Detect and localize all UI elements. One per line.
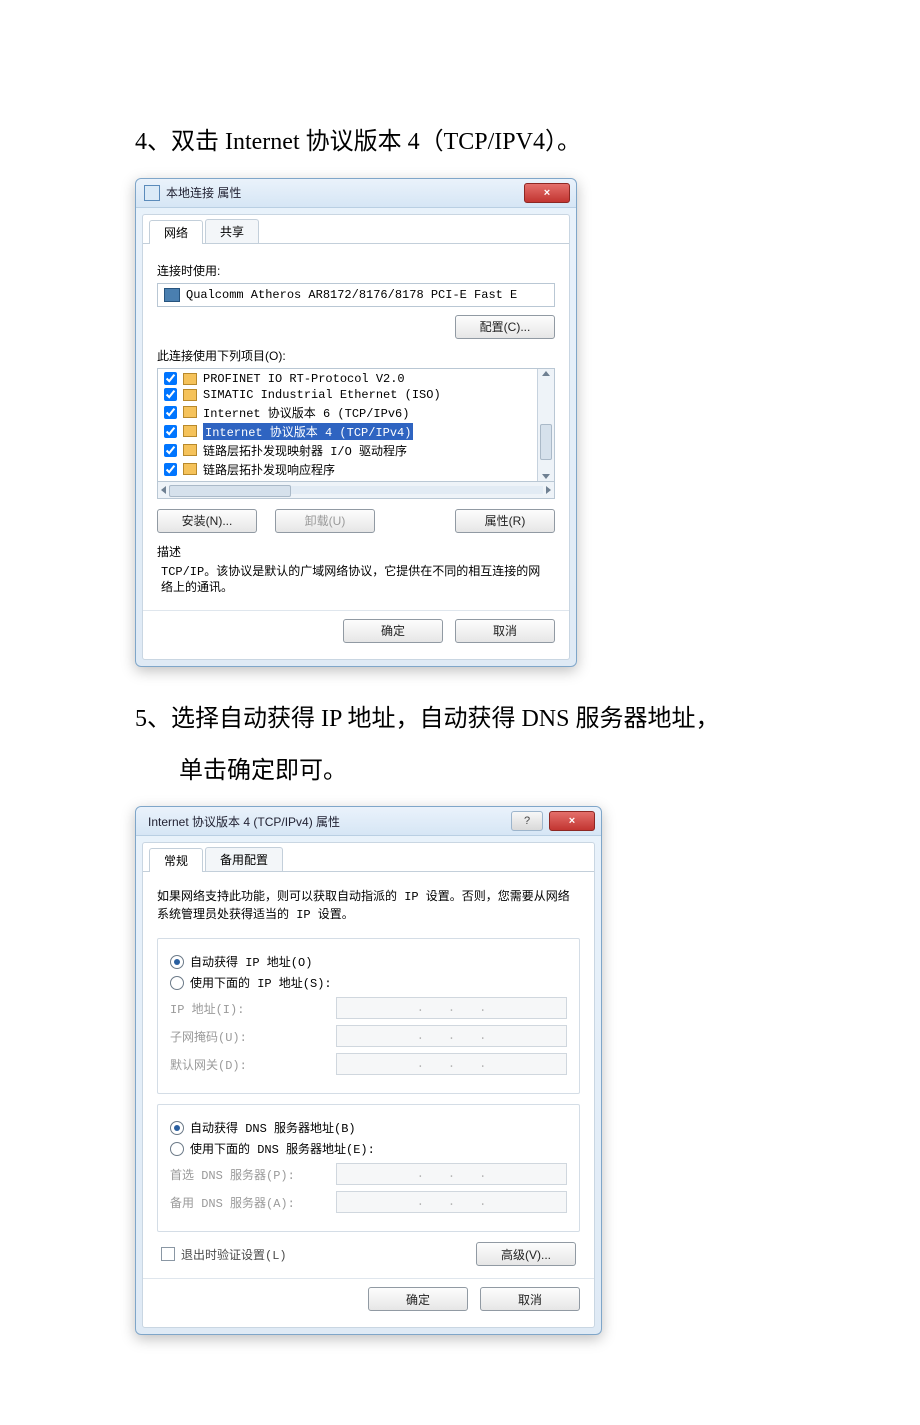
alternate-dns-label: 备用 DNS 服务器(A): (170, 1194, 330, 1211)
item-label: SIMATIC Industrial Ethernet (ISO) (203, 388, 441, 402)
ip-address-label: IP 地址(I): (170, 1000, 330, 1017)
titlebar[interactable]: 本地连接 属性 × (136, 179, 576, 208)
close-button[interactable]: × (549, 811, 595, 831)
item-label: 链路层拓扑发现映射器 I/O 驱动程序 (203, 442, 407, 459)
description-text: TCP/IP。该协议是默认的广域网络协议，它提供在不同的相互连接的网络上的通讯。 (157, 562, 555, 598)
protocol-icon (183, 406, 197, 418)
ip-settings-group: 自动获得 IP 地址(O) 使用下面的 IP 地址(S): IP 地址(I): … (157, 938, 580, 1094)
item-label: PROFINET IO RT-Protocol V2.0 (203, 372, 405, 386)
ok-button[interactable]: 确定 (368, 1287, 468, 1311)
item-label: Internet 协议版本 4 (TCP/IPv4) (203, 423, 413, 440)
tab-strip: 网络 共享 (143, 215, 569, 244)
help-button[interactable]: ? (511, 811, 543, 831)
item-checkbox[interactable] (164, 372, 177, 385)
tab-alternate[interactable]: 备用配置 (205, 847, 283, 871)
subnet-mask-label: 子网掩码(U): (170, 1028, 330, 1045)
list-item[interactable]: Internet 协议版本 6 (TCP/IPv6) (158, 403, 537, 422)
protocol-icon (183, 444, 197, 456)
list-item[interactable]: SIMATIC Industrial Ethernet (ISO) (158, 387, 537, 403)
protocol-list[interactable]: PROFINET IO RT-Protocol V2.0 SIMATIC Ind… (157, 368, 555, 482)
configure-button[interactable]: 配置(C)... (455, 315, 555, 339)
item-checkbox[interactable] (164, 388, 177, 401)
radio-manual-dns[interactable]: 使用下面的 DNS 服务器地址(E): (170, 1140, 567, 1157)
dns-settings-group: 自动获得 DNS 服务器地址(B) 使用下面的 DNS 服务器地址(E): 首选… (157, 1104, 580, 1232)
protocol-icon (183, 425, 197, 437)
radio-icon (170, 1121, 184, 1135)
cancel-button[interactable]: 取消 (455, 619, 555, 643)
tab-strip: 常规 备用配置 (143, 843, 594, 872)
list-item[interactable]: 链路层拓扑发现映射器 I/O 驱动程序 (158, 441, 537, 460)
horizontal-scrollbar[interactable] (157, 482, 555, 499)
hscroll-thumb[interactable] (169, 485, 291, 497)
radio-label: 自动获得 IP 地址(O) (190, 953, 312, 970)
close-button[interactable]: × (524, 183, 570, 203)
cancel-button[interactable]: 取消 (480, 1287, 580, 1311)
scroll-right-icon[interactable] (546, 486, 551, 494)
preferred-dns-label: 首选 DNS 服务器(P): (170, 1166, 330, 1183)
ip-address-input: ... (336, 997, 567, 1019)
radio-auto-dns[interactable]: 自动获得 DNS 服务器地址(B) (170, 1119, 567, 1136)
adapter-name: Qualcomm Atheros AR8172/8176/8178 PCI-E … (186, 288, 517, 302)
list-item-selected[interactable]: Internet 协议版本 4 (TCP/IPv4) (158, 422, 537, 441)
adapter-field: Qualcomm Atheros AR8172/8176/8178 PCI-E … (157, 283, 555, 307)
radio-auto-ip[interactable]: 自动获得 IP 地址(O) (170, 953, 567, 970)
tcpip-v4-properties-dialog: Internet 协议版本 4 (TCP/IPv4) 属性 ? × 常规 备用配… (135, 806, 602, 1335)
vertical-scrollbar[interactable] (537, 369, 554, 481)
window-title: 本地连接 属性 (166, 184, 524, 201)
network-adapter-icon (164, 288, 180, 302)
scroll-up-icon[interactable] (542, 371, 550, 376)
uninstall-button[interactable]: 卸载(U) (275, 509, 375, 533)
tab-general[interactable]: 常规 (149, 848, 203, 872)
radio-label: 自动获得 DNS 服务器地址(B) (190, 1119, 356, 1136)
items-label: 此连接使用下列项目(O): (157, 347, 555, 364)
local-connection-properties-dialog: 本地连接 属性 × 网络 共享 连接时使用: Qualcomm Atheros … (135, 178, 577, 667)
item-label: Internet 协议版本 6 (TCP/IPv6) (203, 404, 409, 421)
protocol-icon (183, 389, 197, 401)
scroll-left-icon[interactable] (161, 486, 166, 494)
alternate-dns-input: ... (336, 1191, 567, 1213)
step-5-text-line2: 单击确定即可。 (135, 749, 785, 795)
titlebar[interactable]: Internet 协议版本 4 (TCP/IPv4) 属性 ? × (136, 807, 601, 836)
properties-button[interactable]: 属性(R) (455, 509, 555, 533)
window-icon (144, 185, 160, 201)
subnet-mask-input: ... (336, 1025, 567, 1047)
info-note: 如果网络支持此功能，则可以获取自动指派的 IP 设置。否则，您需要从网络系统管理… (157, 888, 580, 924)
step-5-text-line1: 5、选择自动获得 IP 地址，自动获得 DNS 服务器地址， (135, 697, 785, 743)
radio-icon (170, 976, 184, 990)
preferred-dns-input: ... (336, 1163, 567, 1185)
item-checkbox[interactable] (164, 463, 177, 476)
radio-icon (170, 955, 184, 969)
item-checkbox[interactable] (164, 425, 177, 438)
radio-label: 使用下面的 IP 地址(S): (190, 974, 332, 991)
scroll-down-icon[interactable] (542, 474, 550, 479)
connect-using-label: 连接时使用: (157, 262, 555, 279)
install-button[interactable]: 安装(N)... (157, 509, 257, 533)
gateway-input: ... (336, 1053, 567, 1075)
item-label: 链路层拓扑发现响应程序 (203, 461, 335, 478)
radio-label: 使用下面的 DNS 服务器地址(E): (190, 1140, 375, 1157)
list-item[interactable]: 链路层拓扑发现响应程序 (158, 460, 537, 479)
step-4-text: 4、双击 Internet 协议版本 4（TCP/IPV4）。 (135, 120, 785, 166)
list-item[interactable]: PROFINET IO RT-Protocol V2.0 (158, 371, 537, 387)
validate-label: 退出时验证设置(L) (181, 1246, 287, 1263)
radio-manual-ip[interactable]: 使用下面的 IP 地址(S): (170, 974, 567, 991)
item-checkbox[interactable] (164, 444, 177, 457)
tab-network[interactable]: 网络 (149, 220, 203, 244)
window-title: Internet 协议版本 4 (TCP/IPv4) 属性 (144, 813, 511, 830)
item-checkbox[interactable] (164, 406, 177, 419)
description-label: 描述 (157, 543, 555, 560)
protocol-icon (183, 463, 197, 475)
gateway-label: 默认网关(D): (170, 1056, 330, 1073)
scroll-thumb[interactable] (540, 424, 552, 460)
tab-share[interactable]: 共享 (205, 219, 259, 243)
validate-on-exit[interactable]: 退出时验证设置(L) (161, 1246, 287, 1263)
protocol-icon (183, 373, 197, 385)
ok-button[interactable]: 确定 (343, 619, 443, 643)
radio-icon (170, 1142, 184, 1156)
advanced-button[interactable]: 高级(V)... (476, 1242, 576, 1266)
checkbox-icon[interactable] (161, 1247, 175, 1261)
